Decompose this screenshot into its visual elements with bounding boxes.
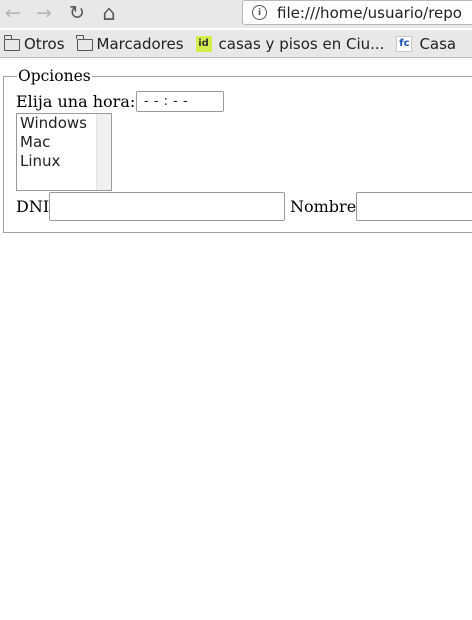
bookmark-casas-pisos[interactable]: id casas y pisos en Ciu... [195,34,385,53]
forward-arrow-icon[interactable]: → [31,1,57,25]
fotocasa-favicon-icon: fc [396,35,413,52]
browser-toolbar: ← → ↻ ⌂ i file:///home/usuario/repo [0,0,472,28]
bookmark-otros[interactable]: Otros [3,34,65,53]
bookmark-marcadores[interactable]: Marcadores [76,34,184,53]
back-arrow-icon[interactable]: ← [0,1,26,25]
folder-icon [3,35,20,51]
bookmarks-bar: Otros Marcadores id casas y pisos en Ciu… [0,30,472,58]
url-text: file:///home/usuario/repo [277,3,462,22]
home-icon[interactable]: ⌂ [96,1,122,25]
nombre-input[interactable] [356,192,472,221]
nombre-label: Nombre [290,197,357,216]
address-bar[interactable]: i file:///home/usuario/repo [242,0,472,25]
dni-input[interactable] [49,192,285,221]
bookmark-label: Marcadores [96,34,184,53]
folder-icon [76,35,93,51]
fieldset-legend: Opciones [18,67,91,85]
bookmark-label: Casa [419,34,457,53]
bookmark-casa[interactable]: fc Casa [396,35,456,53]
dni-label: DNI [16,197,50,216]
info-icon[interactable]: i [252,5,267,20]
time-input[interactable]: - - : - - [136,91,224,112]
time-label: Elija una hora: [16,92,136,111]
os-select-list[interactable]: Windows Mac Linux [16,113,112,191]
list-scrollbar[interactable] [96,114,111,190]
reload-icon[interactable]: ↻ [64,1,90,25]
idealista-favicon-icon: id [195,35,212,52]
bookmark-label: casas y pisos en Ciu... [218,34,385,53]
bookmark-label: Otros [24,34,65,53]
